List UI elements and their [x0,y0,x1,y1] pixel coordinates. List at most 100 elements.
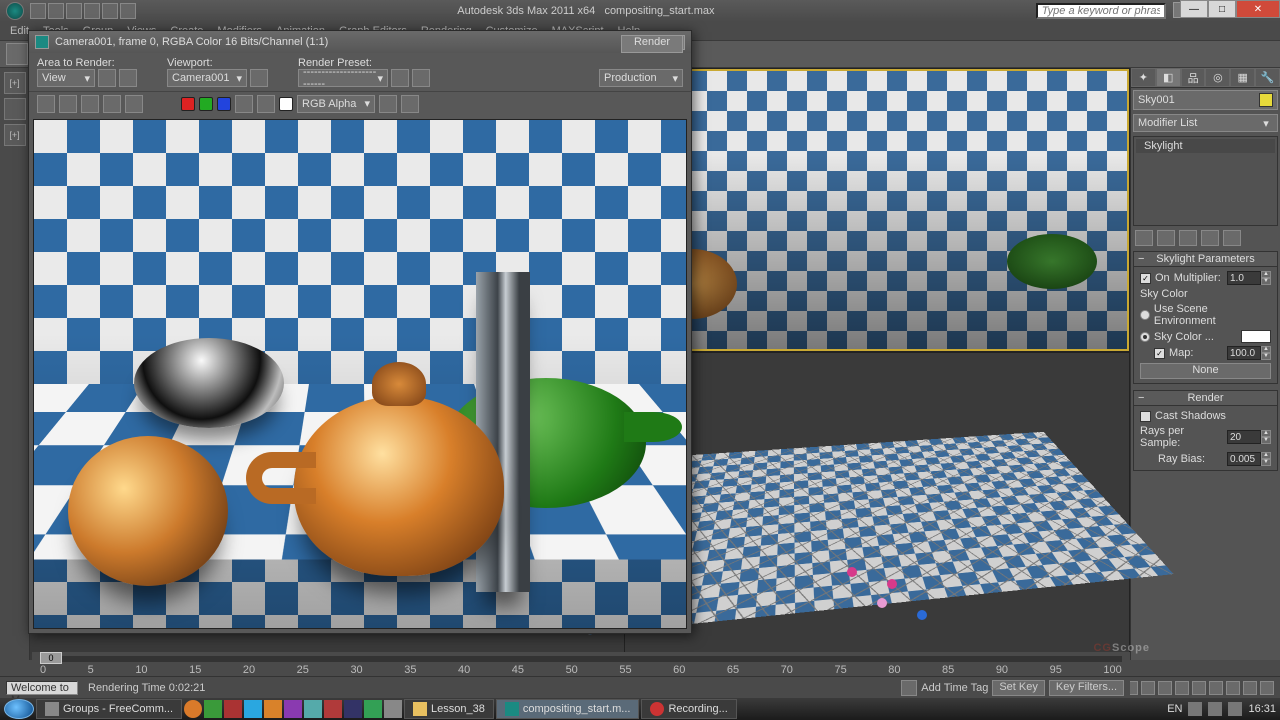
save-image-icon[interactable] [37,95,55,113]
tab-hierarchy-icon[interactable]: 品 [1181,68,1206,87]
clone-vfb-icon[interactable] [81,95,99,113]
pinned-app-icon[interactable] [284,700,302,718]
time-tag-icon[interactable] [901,680,917,696]
map-none-button[interactable]: None [1140,363,1271,379]
stack-item-skylight[interactable]: Skylight [1136,139,1275,153]
add-time-tag[interactable]: Add Time Tag [921,682,988,694]
copy-image-icon[interactable] [59,95,77,113]
map-spinner[interactable]: ▲▼ [1227,346,1271,360]
render-window-titlebar[interactable]: Camera001, frame 0, RGBA Color 16 Bits/C… [29,31,691,53]
on-checkbox[interactable]: ✓ [1140,273,1151,284]
environment-icon[interactable] [412,69,430,87]
cast-shadows-checkbox[interactable] [1140,411,1151,422]
area-to-render-dropdown[interactable]: View▾ [37,69,95,87]
rays-spinner[interactable]: ▲▼ [1227,430,1271,444]
time-slider[interactable]: 0 0510 152025 303540 455055 606570 75808… [32,652,1130,676]
play-icon[interactable] [1158,681,1172,695]
multiplier-spinner[interactable]: ▲▼ [1227,271,1271,285]
tray-icon[interactable] [1188,702,1202,716]
clock[interactable]: 16:31 [1248,703,1276,715]
qat-save-icon[interactable] [66,3,82,19]
rollout-header[interactable]: −Skylight Parameters [1134,252,1277,267]
menu-edit[interactable]: Edit [10,25,29,37]
configure-sets-icon[interactable] [1223,230,1241,246]
tab-utilities-icon[interactable]: 🔧 [1255,68,1280,87]
rendered-image[interactable]: ↖ [33,119,687,629]
keyfilters-button[interactable]: Key Filters... [1049,680,1124,696]
taskbar-item[interactable]: Groups - FreeComm... [36,699,182,719]
color-swatch-icon[interactable] [279,97,293,111]
tab-display-icon[interactable]: ▦ [1230,68,1255,87]
pinned-app-icon[interactable] [364,700,382,718]
modifier-stack[interactable]: Skylight [1133,136,1278,226]
qat-redo-icon[interactable] [102,3,118,19]
qat-more-icon[interactable] [120,3,136,19]
toolbar-button[interactable] [6,43,28,65]
help-search-input[interactable] [1036,3,1166,19]
auto-region-icon[interactable] [119,69,137,87]
remove-modifier-icon[interactable] [1201,230,1219,246]
edit-region-icon[interactable] [98,69,116,87]
green-channel-icon[interactable] [199,97,213,111]
pinned-app-icon[interactable] [384,700,402,718]
production-dropdown[interactable]: Production▾ [599,69,683,87]
tab-modify-icon[interactable]: ◧ [1156,68,1181,87]
pinned-app-icon[interactable] [324,700,342,718]
nav-icon[interactable] [1243,681,1257,695]
left-tool-icon[interactable]: [+] [4,124,26,146]
viewport-user[interactable]: aces + HW | [624,352,1130,660]
maximize-button[interactable]: □ [1208,0,1236,18]
nav-icon[interactable] [1226,681,1240,695]
pinned-app-icon[interactable] [304,700,322,718]
viewport-dropdown[interactable]: Camera001▾ [167,69,247,87]
start-button[interactable] [4,699,34,719]
map-checkbox[interactable]: ✓ [1154,348,1165,359]
object-color-swatch[interactable] [1259,93,1273,107]
render-preset-dropdown[interactable]: --------------------------▾ [298,69,388,87]
viewport-perspective[interactable] [624,68,1130,352]
taskbar-item[interactable]: Recording... [641,699,736,719]
pinned-filezilla-icon[interactable] [224,700,242,718]
maxscript-prompt[interactable]: Welcome to M [6,681,78,695]
time-slider-handle[interactable]: 0 [40,652,62,664]
print-icon[interactable] [103,95,121,113]
nav-icon[interactable] [1209,681,1223,695]
pinned-skype-icon[interactable] [244,700,262,718]
taskbar-item[interactable]: Lesson_38 [404,699,494,719]
tab-motion-icon[interactable]: ◎ [1205,68,1230,87]
goto-end-icon[interactable] [1192,681,1206,695]
blue-channel-icon[interactable] [217,97,231,111]
toggle-overlay-icon[interactable] [401,95,419,113]
qat-open-icon[interactable] [48,3,64,19]
render-setup-icon[interactable] [391,69,409,87]
sky-color-radio[interactable] [1140,332,1150,342]
tray-volume-icon[interactable] [1228,702,1242,716]
mono-channel-icon[interactable] [257,95,275,113]
lock-viewport-icon[interactable] [250,69,268,87]
modifier-list-dropdown[interactable]: Modifier List▾ [1133,114,1278,132]
minimize-button[interactable]: — [1180,0,1208,18]
setkey-button[interactable]: Set Key [992,680,1045,696]
left-tool-icon[interactable]: [+] [4,72,26,94]
pinned-firefox-icon[interactable] [184,700,202,718]
pin-stack-icon[interactable] [1135,230,1153,246]
left-tool-icon[interactable] [4,98,26,120]
tab-create-icon[interactable]: ✦ [1131,68,1156,87]
pinned-app-icon[interactable] [264,700,282,718]
alpha-channel-icon[interactable] [235,95,253,113]
bias-spinner[interactable]: ▲▼ [1227,452,1271,466]
channel-dropdown[interactable]: RGB Alpha▾ [297,95,375,113]
toggle-ui-icon[interactable] [379,95,397,113]
object-name-field[interactable]: Sky001 [1133,90,1278,110]
qat-undo-icon[interactable] [84,3,100,19]
show-end-result-icon[interactable] [1157,230,1175,246]
next-frame-icon[interactable] [1175,681,1189,695]
tray-network-icon[interactable] [1208,702,1222,716]
pinned-app-icon[interactable] [204,700,222,718]
nav-icon[interactable] [1260,681,1274,695]
close-button[interactable]: ✕ [1236,0,1280,18]
make-unique-icon[interactable] [1179,230,1197,246]
clear-icon[interactable] [125,95,143,113]
red-channel-icon[interactable] [181,97,195,111]
lang-indicator[interactable]: EN [1167,703,1182,715]
